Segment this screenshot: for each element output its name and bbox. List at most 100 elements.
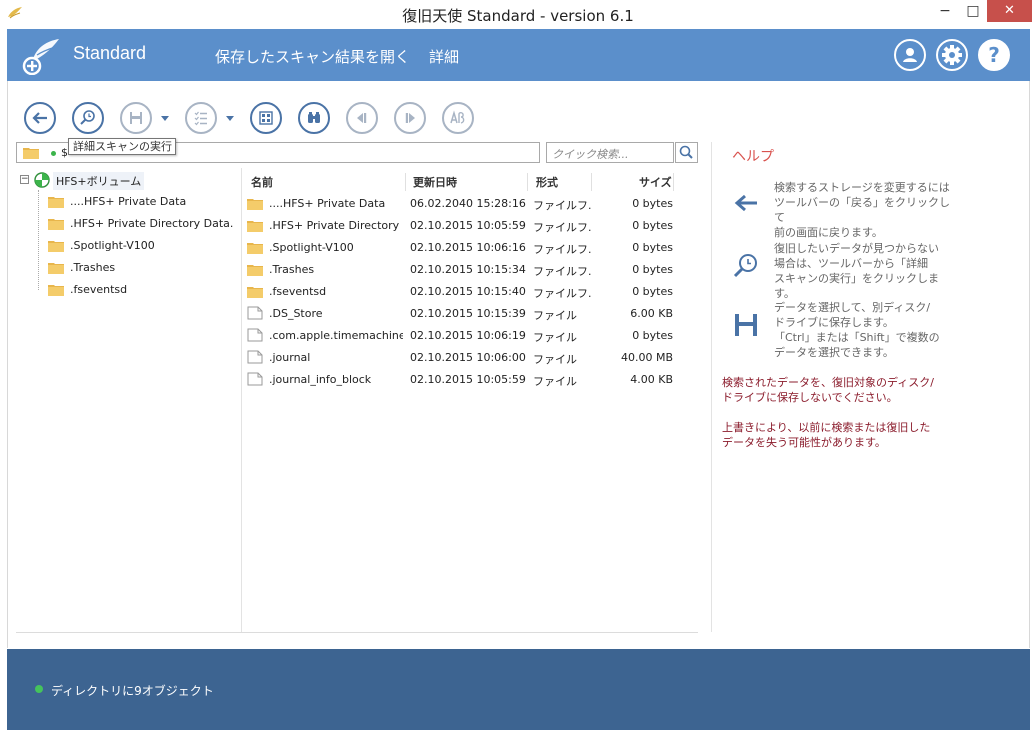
search-button[interactable] xyxy=(675,142,698,163)
row-type: ファイル xyxy=(533,353,577,366)
help-line: 復旧したいデータが見つからない xyxy=(774,242,939,255)
row-name: .com.apple.timemachine.... xyxy=(269,329,403,342)
column-separator[interactable] xyxy=(591,173,592,191)
row-type: ファイルフ... xyxy=(533,199,591,212)
row-type: ファイルフ... xyxy=(533,287,591,300)
window-title: 復旧天使 Standard - version 6.1 xyxy=(402,7,634,25)
row-type: ファイルフ... xyxy=(533,243,591,256)
help-warning-overwrite: 上書きにより、以前に検索または復旧した データを失う可能性があります。 xyxy=(722,420,972,450)
tree-item[interactable]: .HFS+ Private Directory Data. xyxy=(48,214,248,234)
table-row[interactable]: .journal_info_block 02.10.2015 10:05:59 ファ… xyxy=(243,368,698,390)
folder-icon xyxy=(247,265,263,276)
minimize-button[interactable]: − xyxy=(932,0,958,22)
save-button[interactable] xyxy=(120,102,152,134)
tree-item-label: ....HFS+ Private Data xyxy=(70,195,187,208)
folder-icon xyxy=(23,148,39,159)
table-row[interactable]: .Spotlight-V100 02.10.2015 10:06:16 ファイルフ.… xyxy=(243,236,698,258)
magnifier-scan-icon xyxy=(733,254,757,278)
help-line: 「Ctrl」または「Shift」で複数の xyxy=(774,331,940,344)
row-name: .Trashes xyxy=(269,263,315,276)
tree-item[interactable]: .Spotlight-V100 xyxy=(48,236,248,256)
deep-scan-tooltip: 詳細スキャンの実行 xyxy=(68,138,176,155)
row-name: .fseventsd xyxy=(269,285,327,298)
folder-icon xyxy=(247,199,263,210)
row-name: .journal xyxy=(269,351,311,364)
warning-line: 検索されたデータを、復旧対象のディスク/ xyxy=(722,376,934,389)
column-header-date[interactable]: 更新日時 xyxy=(413,174,457,190)
help-line: データを選択できます。 xyxy=(774,346,894,359)
checklist-icon xyxy=(194,111,207,126)
tree-item-label: .fseventsd xyxy=(70,283,128,296)
character-encoding-button[interactable] xyxy=(442,102,474,134)
folder-icon xyxy=(247,287,263,298)
tree-item[interactable]: ....HFS+ Private Data xyxy=(48,192,248,212)
column-separator[interactable] xyxy=(527,173,528,191)
floppy-disk-icon xyxy=(735,314,757,336)
help-button[interactable]: ? xyxy=(978,39,1010,71)
folder-tree: − HFS+ボリューム ....HFS+ Private Data .HFS+ … xyxy=(16,168,242,632)
path-text: $ xyxy=(61,146,68,159)
table-row[interactable]: .Trashes 02.10.2015 10:15:34 ファイルフ... 0 byt… xyxy=(243,258,698,280)
row-date: 02.10.2015 10:15:40 xyxy=(410,285,526,298)
help-line: 検索するストレージを変更するには xyxy=(774,181,950,194)
tree-root-volume[interactable]: − HFS+ボリューム xyxy=(18,170,244,190)
next-icon xyxy=(405,113,415,123)
maximize-button[interactable]: □ xyxy=(960,0,986,22)
table-row[interactable]: .HFS+ Private Directory ... 02.10.2015 10… xyxy=(243,214,698,236)
row-size: 0 bytes xyxy=(632,263,673,276)
drive-status-dot xyxy=(51,151,56,156)
table-row[interactable]: .journal 02.10.2015 10:06:00 ファイル 40.00 MB xyxy=(243,346,698,368)
tree-item[interactable]: .Trashes xyxy=(48,258,248,278)
column-header-type[interactable]: 形式 xyxy=(536,174,558,190)
file-icon xyxy=(247,328,263,342)
find-button[interactable] xyxy=(298,102,330,134)
folder-icon xyxy=(48,219,64,230)
search-icon xyxy=(679,145,693,159)
select-list-button[interactable] xyxy=(185,102,217,134)
row-type: ファイルフ... xyxy=(533,265,591,278)
save-dropdown-chevron-icon[interactable] xyxy=(160,113,170,123)
detail-link[interactable]: 詳細 xyxy=(429,46,459,67)
tree-item[interactable]: .fseventsd xyxy=(48,280,248,300)
warning-line: ドライブに保存しないでください。 xyxy=(722,391,898,404)
user-button[interactable] xyxy=(894,39,926,71)
app-header: Standard 保存したスキャン結果を開く 詳細 ? xyxy=(7,29,1030,81)
back-button[interactable] xyxy=(24,102,56,134)
list-header: 名前 更新日時 形式 サイズ xyxy=(243,170,698,192)
open-saved-results-link[interactable]: 保存したスキャン結果を開く xyxy=(215,46,410,67)
table-row[interactable]: .fseventsd 02.10.2015 10:15:40 ファイルフ... 0 b… xyxy=(243,280,698,302)
previous-button[interactable] xyxy=(346,102,378,134)
column-header-size[interactable]: サイズ xyxy=(639,174,672,190)
folder-icon xyxy=(48,285,64,296)
folder-icon xyxy=(48,263,64,274)
select-dropdown-chevron-icon[interactable] xyxy=(225,113,235,123)
deep-scan-button[interactable] xyxy=(72,102,104,134)
next-button[interactable] xyxy=(394,102,426,134)
column-separator[interactable] xyxy=(673,173,674,191)
row-size: 0 bytes xyxy=(632,241,673,254)
column-header-name[interactable]: 名前 xyxy=(251,174,273,190)
file-icon xyxy=(247,350,263,364)
help-scan-text: 復旧したいデータが見つからない 場合は、ツールバーから「詳細 スキャンの実行」を… xyxy=(774,241,954,301)
pane-bottom-border xyxy=(16,632,698,633)
row-size: 0 bytes xyxy=(632,329,673,342)
help-line: ドライブに保存します。 xyxy=(774,316,894,329)
quick-search-input[interactable]: クイック検索... xyxy=(546,142,674,163)
row-date: 02.10.2015 10:05:59 xyxy=(410,373,526,386)
row-name: .Spotlight-V100 xyxy=(269,241,354,254)
row-type: ファイル xyxy=(533,375,577,388)
table-row[interactable]: .DS_Store 02.10.2015 10:15:39 ファイル 6.00 KB xyxy=(243,302,698,324)
view-mode-button[interactable] xyxy=(250,102,282,134)
help-warning-save-location: 検索されたデータを、復旧対象のディスク/ ドライブに保存しないでください。 xyxy=(722,375,972,405)
column-separator[interactable] xyxy=(405,173,406,191)
table-row[interactable]: .com.apple.timemachine.... 02.10.2015 10:… xyxy=(243,324,698,346)
table-row[interactable]: ....HFS+ Private Data 06.02.2040 15:28:16… xyxy=(243,192,698,214)
angel-logo-icon xyxy=(22,39,59,75)
status-text: ディレクトリに9オブジェクト xyxy=(51,684,214,698)
settings-button[interactable] xyxy=(936,39,968,71)
close-button[interactable]: ✕ xyxy=(987,0,1032,22)
tree-collapse-toggle[interactable]: − xyxy=(20,175,29,184)
gear-icon xyxy=(942,45,962,65)
warning-line: データを失う可能性があります。 xyxy=(722,436,886,449)
tree-item-label: .Trashes xyxy=(70,261,116,274)
